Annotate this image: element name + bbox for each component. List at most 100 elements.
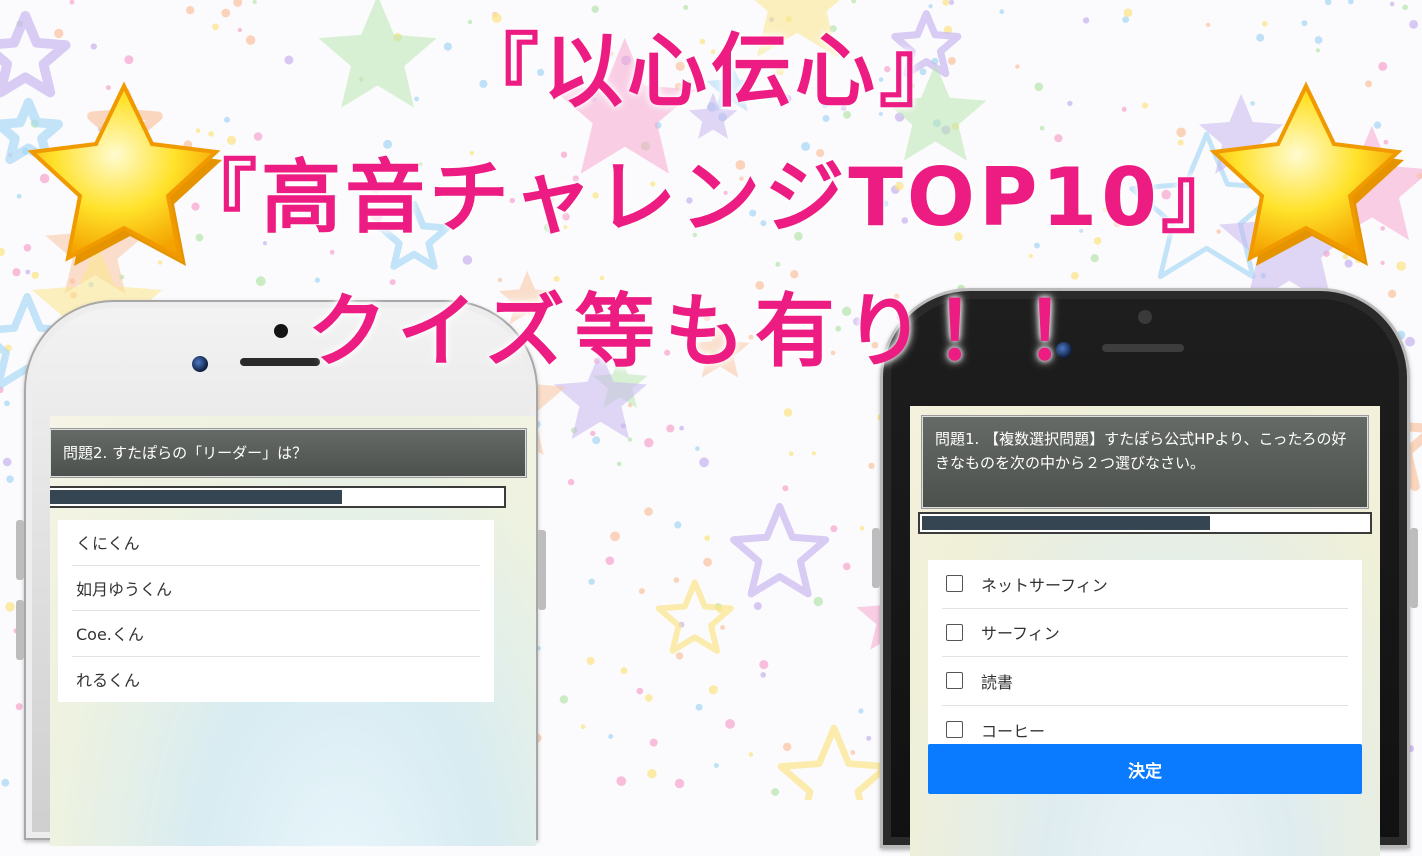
confetti-dot: [1262, 21, 1268, 27]
confetti-dot: [588, 579, 594, 585]
confetti-dot: [1071, 272, 1079, 280]
submit-button[interactable]: 決定: [928, 744, 1362, 794]
choice-item[interactable]: れるくん: [72, 657, 480, 703]
confetti-dot: [679, 426, 684, 431]
confetti-dot: [1348, 0, 1354, 4]
confetti-dot: [3, 458, 12, 467]
confetti-dot: [581, 724, 586, 729]
checkbox-icon[interactable]: [946, 721, 963, 738]
confetti-dot: [675, 779, 684, 788]
confetti-dot: [606, 556, 615, 565]
choice-item[interactable]: ネットサーフィン: [942, 560, 1348, 609]
power-button: [538, 530, 546, 610]
star-icon: [659, 582, 731, 650]
confetti-dot: [666, 425, 674, 433]
star-icon: [1196, 52, 1416, 272]
progress-fill: [922, 516, 1210, 530]
star-icon: [4, 52, 224, 272]
confetti-dot: [1040, 126, 1045, 131]
confetti-dot: [4, 401, 10, 407]
confetti-dot: [1325, 0, 1332, 5]
confetti-dot: [568, 479, 574, 485]
confetti-dot: [790, 270, 798, 278]
confetti-dot: [256, 276, 266, 286]
confetti-dot: [858, 708, 863, 713]
question-text: 問題1. 【複数選択問題】すたぽら公式HPより、こったろの好きなものを次の中から…: [922, 416, 1368, 508]
choice-label: 読書: [981, 669, 1013, 693]
confetti-dot: [943, 0, 950, 6]
confetti-dot: [600, 276, 605, 281]
confetti-dot: [212, 24, 219, 31]
confetti-dot: [1206, 23, 1210, 27]
confetti-dot: [5, 602, 15, 612]
confetti-dot: [254, 132, 263, 141]
confetti-dot: [650, 739, 658, 747]
confetti-dot: [866, 736, 871, 741]
confetti-dot: [999, 9, 1004, 14]
choice-item[interactable]: くにくん: [72, 520, 480, 566]
confetti-dot: [6, 475, 14, 483]
choice-item[interactable]: Coe.くん: [72, 611, 480, 657]
confetti-dot: [1029, 254, 1033, 258]
choice-label: れるくん: [76, 667, 140, 691]
phone-left: 問題2. すたぽらの「リーダー」は？ くにくん 如月ゆうくん Coe.くん れる…: [24, 300, 538, 840]
confetti-dot: [1083, 17, 1089, 23]
confetti-dot: [560, 695, 568, 703]
confetti-dot: [608, 734, 613, 739]
confetti-dot: [801, 142, 810, 151]
confetti-dot: [1122, 16, 1129, 23]
quiz-screen: 問題2. すたぽらの「リーダー」は？ くにくん 如月ゆうくん Coe.くん れる…: [50, 416, 536, 846]
choice-item[interactable]: サーフィン: [942, 609, 1348, 658]
confetti-dot: [1390, 2, 1395, 7]
confetti-dot: [812, 451, 816, 455]
choice-label: サーフィン: [981, 620, 1060, 644]
confetti-dot: [760, 672, 766, 678]
confetti-dot: [782, 485, 788, 491]
confetti-dot: [253, 0, 257, 4]
confetti-dot: [789, 451, 794, 456]
choice-label: ネットサーフィン: [981, 572, 1108, 596]
checkbox-icon[interactable]: [946, 624, 963, 641]
confetti-dot: [1124, 8, 1133, 17]
confetti-dot: [590, 431, 595, 436]
confetti-dot: [703, 558, 712, 567]
confetti-dot: [330, 250, 335, 255]
confetti-dot: [720, 625, 725, 630]
confetti-dot: [784, 408, 793, 417]
confetti-dot: [949, 0, 954, 5]
confetti-dot: [383, 140, 392, 149]
choice-list: ネットサーフィン サーフィン 読書 コーヒー: [928, 560, 1362, 754]
confetti-dot: [759, 660, 768, 669]
confetti-dot: [830, 525, 837, 532]
confetti-dot: [683, 5, 688, 10]
confetti-dot: [868, 463, 874, 469]
confetti-dot: [754, 602, 762, 610]
progress-bar: [918, 512, 1372, 534]
choice-item[interactable]: 如月ゆうくん: [72, 566, 480, 612]
confetti-dot: [1301, 20, 1307, 26]
confetti-dot: [1402, 5, 1408, 11]
confetti-dot: [644, 438, 653, 447]
confetti-dot: [233, 0, 242, 7]
choice-label: くにくん: [76, 530, 140, 554]
checkbox-icon[interactable]: [946, 575, 963, 592]
confetti-dot: [704, 535, 710, 541]
checkbox-icon[interactable]: [946, 672, 963, 689]
confetti-dot: [1176, 128, 1186, 138]
choice-item[interactable]: 読書: [942, 657, 1348, 706]
power-button: [1410, 528, 1418, 608]
confetti-dot: [749, 752, 754, 757]
headline-line-3: クイズ等も有り！！: [0, 292, 1422, 372]
choice-label: 如月ゆうくん: [76, 576, 172, 600]
confetti-dot: [695, 446, 700, 451]
progress-bar: [50, 486, 506, 508]
confetti-dot: [699, 457, 709, 467]
star-icon: [734, 506, 826, 594]
confetti-dot: [1409, 20, 1418, 29]
confetti-dot: [929, 4, 933, 8]
confetti-dot: [224, 117, 230, 123]
confetti-dot: [676, 652, 683, 659]
confetti-dot: [70, 0, 75, 5]
confetti-dot: [186, 6, 194, 14]
confetti-dot: [592, 436, 600, 444]
